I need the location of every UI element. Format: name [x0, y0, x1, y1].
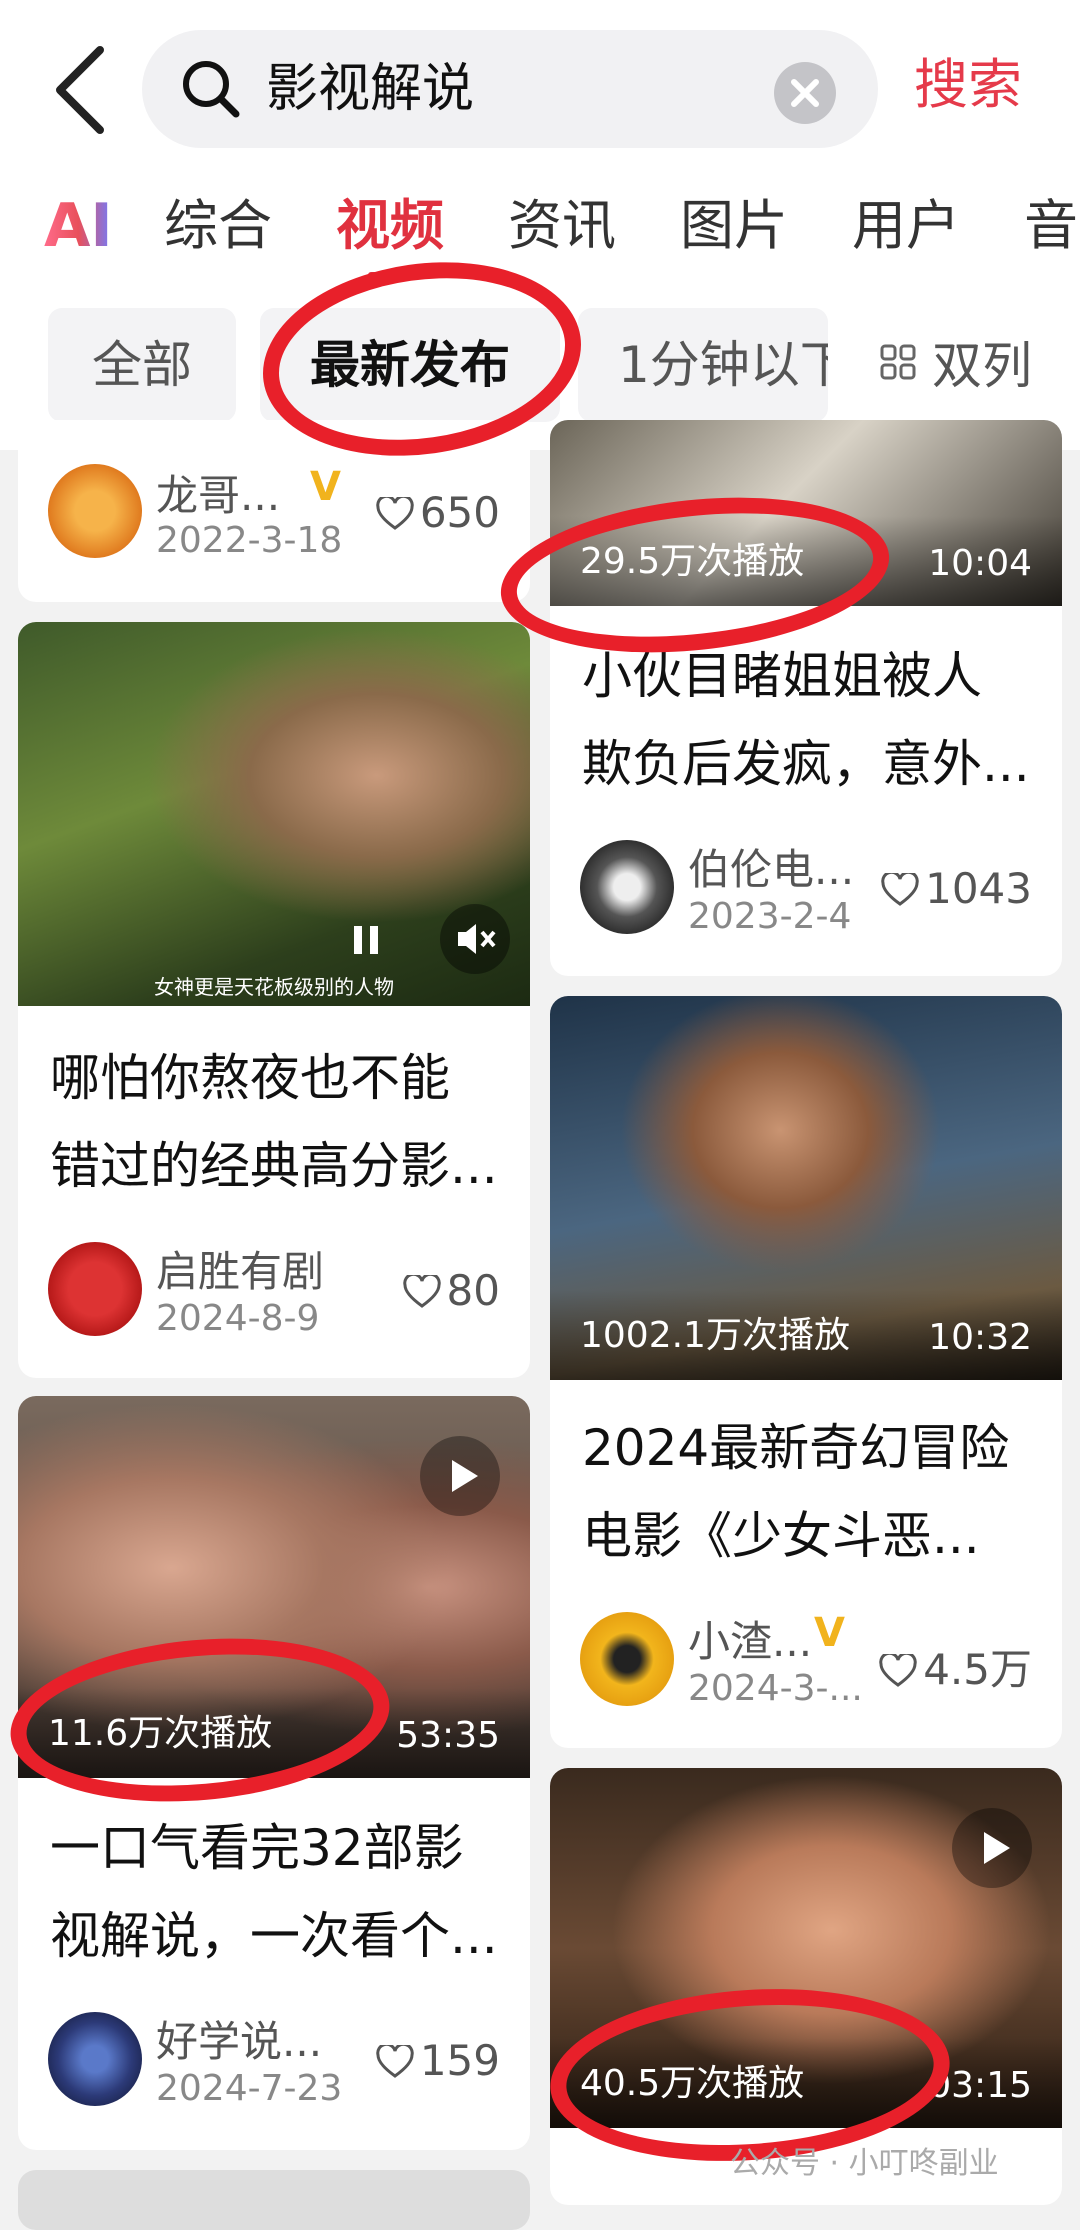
- video-thumbnail[interactable]: 11.6万次播放 53:35: [18, 1396, 530, 1778]
- video-card[interactable]: [18, 2170, 530, 2230]
- video-thumbnail[interactable]: 29.5万次播放 10:04: [550, 420, 1062, 606]
- heart-icon: [402, 1275, 441, 1308]
- mute-icon[interactable]: [438, 902, 512, 976]
- filter-latest[interactable]: 最新发布: [260, 308, 560, 422]
- video-duration: 10:04: [928, 543, 1032, 584]
- author-name: 小渣...: [688, 1617, 813, 1666]
- watermark: 公众号 · 小叮咚副业: [730, 2146, 999, 2181]
- avatar: [48, 1242, 142, 1336]
- like-count[interactable]: 4.5万: [879, 1636, 1032, 1697]
- heart-icon: [376, 2045, 414, 2078]
- tab-music[interactable]: 音: [1024, 186, 1078, 266]
- like-count[interactable]: 80: [402, 1266, 500, 1315]
- play-count: 11.6万次播放: [48, 1713, 273, 1754]
- play-count: 40.5万次播放: [580, 2063, 805, 2104]
- video-thumbnail[interactable]: 40.5万次播放 03:15: [550, 1768, 1062, 2128]
- tab-video[interactable]: 视频: [336, 186, 444, 266]
- author-name: 启胜有剧: [156, 1247, 325, 1296]
- play-count: 29.5万次播放: [580, 541, 805, 582]
- verified-badge: V: [310, 464, 341, 510]
- grid-layout-icon[interactable]: [880, 344, 916, 380]
- video-card[interactable]: 11.6万次播放 53:35 一口气看完32部影 视解说，一次看个... 好学说…: [18, 1396, 530, 2150]
- tab-users[interactable]: 用户: [852, 186, 960, 266]
- video-title[interactable]: 哪怕你熬夜也不能: [50, 1034, 510, 1122]
- verified-badge: V: [814, 1610, 845, 1656]
- video-card[interactable]: 1002.1万次播放 10:32 2024最新奇幻冒险 电影《少女斗恶... 小…: [550, 996, 1062, 1748]
- tab-images[interactable]: 图片: [680, 186, 788, 266]
- like-count[interactable]: 650: [376, 488, 500, 537]
- video-title-line2[interactable]: 电影《少女斗恶...: [582, 1492, 1042, 1580]
- like-count[interactable]: 1043: [881, 864, 1032, 913]
- post-date: 2022-3-18: [156, 520, 343, 561]
- tab-news[interactable]: 资讯: [508, 186, 616, 266]
- video-title[interactable]: 小伙目睹姐姐被人: [582, 632, 1042, 720]
- play-icon[interactable]: [952, 1808, 1032, 1888]
- layout-toggle-label[interactable]: 双列: [932, 336, 1032, 396]
- video-duration: 53:35: [396, 1715, 500, 1756]
- post-date: 2023-2-4: [688, 896, 852, 937]
- search-input[interactable]: 影视解说: [266, 54, 474, 124]
- tab-general[interactable]: 综合: [164, 186, 272, 266]
- post-date: 2024-7-23: [156, 2068, 343, 2109]
- video-duration: 03:15: [928, 2065, 1032, 2106]
- heart-icon: [376, 497, 414, 530]
- video-duration: 10:32: [928, 1317, 1032, 1358]
- clear-search-icon[interactable]: [774, 62, 836, 124]
- video-title[interactable]: 一口气看完32部影: [50, 1804, 510, 1892]
- video-card[interactable]: 29.5万次播放 10:04 小伙目睹姐姐被人 欺负后发疯，意外... 伯伦电.…: [550, 420, 1062, 976]
- play-count: 1002.1万次播放: [580, 1315, 850, 1356]
- video-title[interactable]: 2024最新奇幻冒险: [582, 1404, 1042, 1492]
- filter-duration[interactable]: 1分钟以下: [578, 308, 828, 422]
- category-tabs: AI 综合 视频 资讯 图片 用户 音: [0, 186, 1080, 276]
- search-button[interactable]: 搜索: [914, 50, 1022, 120]
- avatar: [580, 1612, 674, 1706]
- avatar: [48, 464, 142, 558]
- header: 影视解说 搜索 AI 综合 视频 资讯 图片 用户 音 全部 最新发布 1分钟以…: [0, 0, 1080, 450]
- play-icon[interactable]: [420, 1436, 500, 1516]
- post-date: 2024-8-9: [156, 1298, 320, 1339]
- avatar: [48, 2012, 142, 2106]
- like-count[interactable]: 159: [376, 2036, 500, 2085]
- pause-icon[interactable]: [336, 910, 396, 970]
- video-thumbnail[interactable]: 1002.1万次播放 10:32: [550, 996, 1062, 1380]
- post-date: 2024-3-...: [688, 1668, 863, 1709]
- author-name: 龙哥...: [156, 471, 281, 520]
- search-bar[interactable]: 影视解说: [142, 30, 878, 148]
- video-card[interactable]: 女神更是天花板级别的人物 哪怕你熬夜也不能 错过的经典高分影... 启胜有剧 2…: [18, 622, 530, 1378]
- tab-ai[interactable]: AI: [44, 186, 113, 266]
- heart-icon: [879, 1654, 917, 1687]
- video-title-line2[interactable]: 视解说，一次看个...: [50, 1892, 510, 1980]
- avatar: [580, 840, 674, 934]
- filter-all[interactable]: 全部: [48, 308, 236, 422]
- video-card[interactable]: 龙哥... V 2022-3-18 650: [18, 420, 530, 602]
- video-title-line2[interactable]: 错过的经典高分影...: [50, 1122, 510, 1210]
- heart-icon: [881, 873, 919, 906]
- author-name: 伯伦电...: [688, 845, 855, 894]
- video-title-line2[interactable]: 欺负后发疯，意外...: [582, 720, 1042, 808]
- active-tab-indicator: [368, 272, 408, 278]
- back-arrow-icon[interactable]: [40, 40, 130, 140]
- search-icon: [183, 61, 240, 118]
- video-thumbnail[interactable]: 女神更是天花板级别的人物: [18, 622, 530, 1006]
- author-name: 好学说...: [156, 2017, 323, 2066]
- filter-bar: 全部 最新发布 1分钟以下 双列: [0, 308, 1080, 426]
